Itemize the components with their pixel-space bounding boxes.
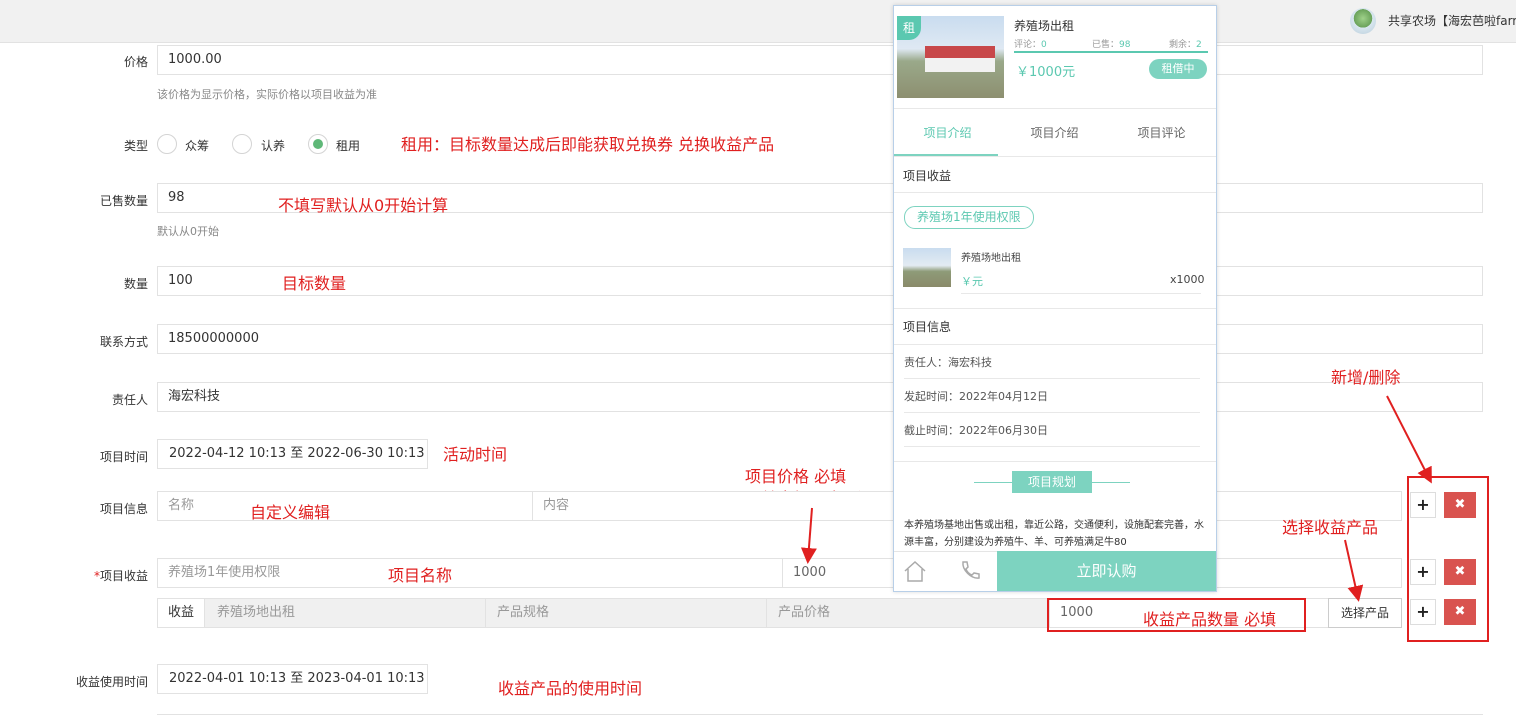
building-shape	[925, 58, 995, 72]
divider	[894, 461, 1216, 462]
remain-count: 2	[1196, 40, 1202, 50]
arrow-select-product	[1344, 539, 1364, 602]
status-badge: 租借中	[1149, 59, 1207, 79]
sold-label: 已售：	[1092, 40, 1120, 50]
divider	[904, 378, 1200, 379]
divider	[904, 412, 1200, 413]
tab-comments[interactable]: 项目评论	[1108, 124, 1215, 141]
roof-shape	[925, 46, 995, 58]
preview-product-name: 养殖场地出租	[961, 253, 1021, 264]
start-line: 发起时间：2022年04月12日	[904, 390, 1048, 403]
rent-badge: 租	[897, 16, 921, 40]
divider	[894, 344, 1216, 345]
end-line: 截止时间：2022年06月30日	[904, 424, 1048, 437]
progress-bar	[1014, 51, 1208, 53]
comments-count: 0	[1041, 40, 1047, 50]
divider	[894, 156, 1216, 157]
preview-title: 养殖场出租	[1014, 19, 1075, 33]
remain-label: 剩余：	[1169, 40, 1197, 50]
divider	[894, 108, 1216, 109]
preview-product-qty: x1000	[1170, 273, 1205, 286]
buy-now-button[interactable]: 立即认购	[997, 551, 1216, 591]
mobile-preview: 租 养殖场出租 评论：0 已售：98 剩余：2 ￥1000元 租借中 项目介绍 …	[893, 5, 1217, 592]
preview-price: ￥1000元	[1016, 65, 1076, 80]
plan-text: 本养殖场基地出售或出租，靠近公路，交通便利，设施配套完善，水源丰富，分别建设为养…	[904, 520, 1204, 548]
phone-icon[interactable]	[958, 559, 982, 583]
tab-intro[interactable]: 项目介绍	[894, 124, 1001, 141]
divider	[961, 293, 1201, 294]
owner-line: 责任人：海宏科技	[904, 356, 992, 369]
info-section-title: 项目信息	[903, 320, 952, 334]
income-chip[interactable]: 养殖场1年使用权限	[904, 206, 1034, 229]
divider	[904, 446, 1200, 447]
divider	[894, 308, 1216, 309]
arrow-add-delete	[1386, 395, 1432, 484]
plan-title: 项目规划	[1012, 471, 1092, 493]
divider	[894, 192, 1216, 193]
comments-label: 评论：	[1014, 40, 1042, 50]
preview-product-price: ￥元	[961, 275, 983, 288]
income-section-title: 项目收益	[903, 169, 952, 183]
sold-count: 98	[1119, 40, 1131, 50]
tab-intro-2[interactable]: 项目介绍	[1001, 124, 1108, 141]
arrow-price	[800, 507, 817, 564]
preview-stats: 评论：0 已售：98 剩余：2	[1014, 37, 1208, 50]
home-icon[interactable]	[903, 559, 927, 583]
annotation-arrows	[800, 395, 1432, 602]
product-thumbnail	[903, 248, 951, 287]
